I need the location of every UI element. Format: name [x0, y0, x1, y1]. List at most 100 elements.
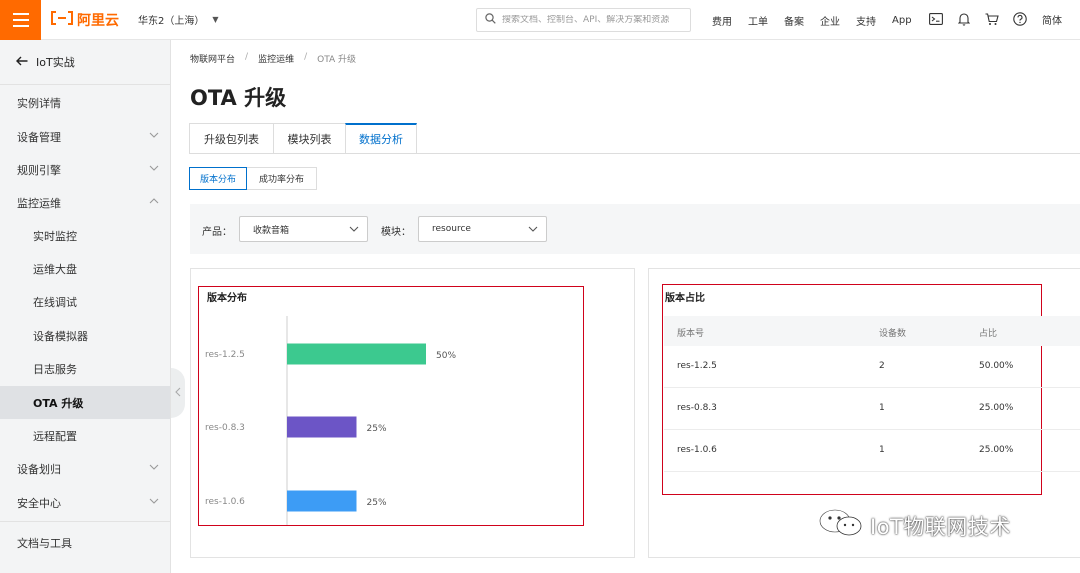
- subtab-success-rate[interactable]: 成功率分布: [247, 167, 317, 190]
- bell-icon[interactable]: [956, 10, 972, 28]
- chart-bar[interactable]: [287, 490, 357, 512]
- product-filter-label: 产品：: [202, 227, 232, 238]
- chart-bar[interactable]: [287, 416, 357, 438]
- sidebar-item-label: 在线调试: [33, 295, 77, 309]
- sidebar-item-ota-upgrade[interactable]: OTA 升级: [0, 386, 170, 419]
- cell-ratio: 25.00%: [979, 445, 1014, 455]
- top-navigation-bar: 阿里云 华东2（上海） ▼ 费用 工单 备案 企业 支持 App 简体: [0, 0, 1080, 40]
- tab-bar-divider: [189, 153, 1080, 154]
- sidebar-item-label: 监控运维: [17, 196, 61, 210]
- sidebar-back-link[interactable]: IoT实战: [0, 40, 170, 85]
- terminal-icon[interactable]: [928, 10, 944, 28]
- chevron-up-icon: [148, 196, 160, 208]
- breadcrumb-item-monitoring[interactable]: 监控运维: [258, 52, 294, 65]
- help-icon[interactable]: [1012, 10, 1028, 28]
- sidebar-item-device-simulator[interactable]: 设备模拟器: [0, 319, 170, 352]
- ratio-table-header: 版本号 设备数 占比: [664, 316, 1080, 346]
- sidebar-divider: [0, 521, 170, 522]
- breadcrumb-separator: /: [304, 52, 308, 62]
- nav-link-enterprise[interactable]: 企业: [820, 13, 840, 28]
- hamburger-menu-icon[interactable]: [0, 0, 41, 40]
- breadcrumb-item-iot-platform[interactable]: 物联网平台: [190, 52, 235, 65]
- cart-icon[interactable]: [984, 10, 1000, 28]
- sidebar-back-label: IoT实战: [36, 56, 75, 69]
- chevron-down-icon: [528, 225, 538, 235]
- sidebar-item-ops-dashboard[interactable]: 运维大盘: [0, 252, 170, 285]
- sidebar-item-label: 设备模拟器: [33, 329, 88, 343]
- analysis-subtabs: 版本分布 成功率分布: [189, 167, 317, 190]
- region-selector[interactable]: 华东2（上海） ▼: [138, 12, 219, 27]
- sidebar-item-label: OTA 升级: [33, 396, 84, 410]
- cell-version: res-1.0.6: [677, 445, 717, 455]
- sidebar-item-monitoring-ops[interactable]: 监控运维: [0, 186, 170, 219]
- aliyun-logo-icon: [51, 11, 73, 29]
- sidebar-item-label: 实时监控: [33, 229, 77, 243]
- bar-category-label: res-0.8.3: [205, 423, 245, 433]
- sidebar-item-remote-config[interactable]: 远程配置: [0, 419, 170, 452]
- filter-bar: 产品： 收款音箱 模块： resource: [190, 204, 1080, 254]
- product-select-value: 收款音箱: [253, 225, 290, 236]
- sidebar-item-label: 规则引擎: [17, 163, 61, 177]
- subtab-version-distribution[interactable]: 版本分布: [189, 167, 247, 190]
- sidebar-item-security-center[interactable]: 安全中心: [0, 486, 170, 519]
- sidebar-item-rule-engine[interactable]: 规则引擎: [0, 153, 170, 186]
- bar-value-label: 50%: [436, 351, 456, 361]
- table-row: res-1.2.5 2 50.00%: [664, 346, 1080, 388]
- sidebar-collapse-handle[interactable]: [171, 368, 185, 418]
- chart-bar[interactable]: [287, 343, 426, 365]
- logo-text: 阿里云: [77, 13, 119, 29]
- nav-link-support[interactable]: 支持: [856, 13, 876, 28]
- chevron-down-icon: [148, 163, 160, 175]
- tab-module-list[interactable]: 模块列表: [273, 123, 345, 154]
- bar-category-label: res-1.0.6: [205, 497, 245, 507]
- table-row: res-1.0.6 1 25.00%: [664, 430, 1080, 472]
- module-select[interactable]: resource: [418, 216, 547, 242]
- column-header-ratio: 占比: [979, 329, 998, 339]
- chevron-down-icon: [148, 130, 160, 142]
- nav-link-billing[interactable]: 费用: [712, 13, 732, 28]
- search-icon: [485, 13, 496, 27]
- sidebar-item-device-management[interactable]: 设备管理: [0, 120, 170, 153]
- sidebar: IoT实战 实例详情 设备管理 规则引擎 监控运维 实时监控 运维大盘 在线调试…: [0, 40, 171, 573]
- sidebar-item-realtime-monitor[interactable]: 实时监控: [0, 219, 170, 252]
- wechat-logo-icon: [818, 508, 866, 543]
- tab-data-analysis[interactable]: 数据分析: [345, 123, 417, 154]
- sidebar-item-label: 远程配置: [33, 429, 77, 443]
- product-select[interactable]: 收款音箱: [239, 216, 368, 242]
- breadcrumb: 物联网平台 / 监控运维 / OTA 升级: [190, 52, 356, 65]
- nav-link-icp[interactable]: 备案: [784, 13, 804, 28]
- cell-ratio: 25.00%: [979, 403, 1014, 413]
- chevron-down-icon: [148, 496, 160, 508]
- region-label: 华东2（上海）: [138, 16, 205, 27]
- page-title: OTA 升级: [190, 86, 287, 110]
- breadcrumb-item-current: OTA 升级: [317, 55, 357, 65]
- sidebar-item-online-debug[interactable]: 在线调试: [0, 285, 170, 318]
- column-header-device-count: 设备数: [879, 329, 907, 339]
- bar-value-label: 25%: [367, 498, 387, 508]
- search-input[interactable]: [502, 15, 682, 25]
- nav-link-ticket[interactable]: 工单: [748, 13, 768, 28]
- sidebar-item-label: 实例详情: [17, 96, 61, 110]
- sidebar-item-instance-details[interactable]: 实例详情: [0, 86, 170, 119]
- sidebar-item-label: 文档与工具: [17, 536, 72, 550]
- version-distribution-chart: res-1.2.5 50% res-0.8.3 25% res-1.0.6 25%: [205, 316, 456, 525]
- sidebar-item-label: 设备管理: [17, 130, 61, 144]
- cell-ratio: 50.00%: [979, 361, 1014, 371]
- breadcrumb-separator: /: [245, 52, 249, 62]
- column-header-version: 版本号: [677, 329, 705, 339]
- sidebar-item-label: 安全中心: [17, 496, 61, 510]
- wechat-watermark: IoT物联网技术: [818, 508, 1011, 543]
- sidebar-item-log-service[interactable]: 日志服务: [0, 352, 170, 385]
- aliyun-logo[interactable]: 阿里云: [51, 11, 119, 29]
- nav-link-app[interactable]: App: [892, 15, 912, 26]
- table-row: res-0.8.3 1 25.00%: [664, 388, 1080, 430]
- caret-down-icon: ▼: [212, 15, 219, 24]
- sidebar-item-label: 运维大盘: [33, 262, 77, 276]
- module-select-value: resource: [432, 224, 471, 234]
- sidebar-item-device-assignment[interactable]: 设备划归: [0, 452, 170, 485]
- sidebar-item-docs-tools[interactable]: 文档与工具: [0, 526, 170, 559]
- tab-bar: 升级包列表 模块列表 数据分析: [189, 123, 417, 154]
- language-switch[interactable]: 简体: [1042, 12, 1062, 27]
- bar-category-label: res-1.2.5: [205, 350, 245, 360]
- tab-upgrade-packages[interactable]: 升级包列表: [189, 123, 273, 154]
